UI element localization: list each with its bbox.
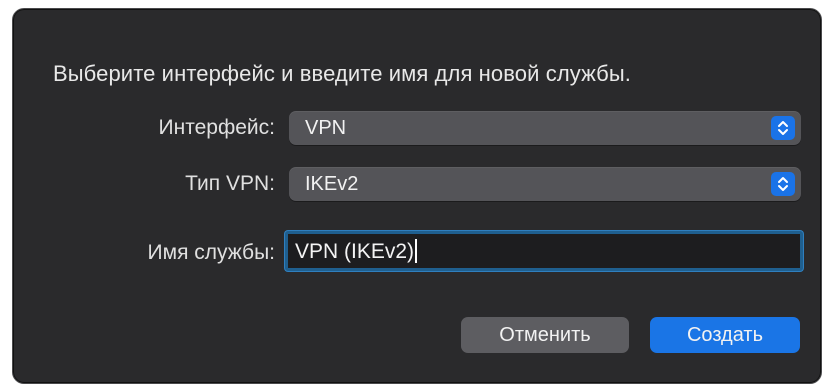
interface-label: Интерфейс:: [158, 116, 275, 139]
service-name-field[interactable]: VPN (IKEv2): [285, 231, 803, 271]
service-name-text: VPN (IKEv2): [295, 240, 415, 263]
text-caret: [415, 239, 418, 263]
service-name-label: Имя службы:: [147, 241, 275, 264]
interface-popup-value: VPN: [305, 117, 347, 139]
new-service-dialog: Выберите интерфейс и введите имя для нов…: [12, 8, 822, 384]
service-name-value: VPN (IKEv2): [295, 239, 418, 264]
chevron-up-down-icon[interactable]: [771, 116, 795, 140]
chevron-up-down-icon[interactable]: [771, 172, 795, 196]
vpn-type-popup[interactable]: IKEv2: [289, 167, 801, 201]
vpn-type-label: Тип VPN:: [185, 172, 275, 195]
create-button[interactable]: Создать: [650, 317, 800, 353]
vpn-type-popup-value: IKEv2: [305, 173, 359, 195]
cancel-button[interactable]: Отменить: [461, 317, 629, 353]
dialog-prompt: Выберите интерфейс и введите имя для нов…: [53, 61, 632, 86]
interface-popup[interactable]: VPN: [289, 111, 801, 145]
